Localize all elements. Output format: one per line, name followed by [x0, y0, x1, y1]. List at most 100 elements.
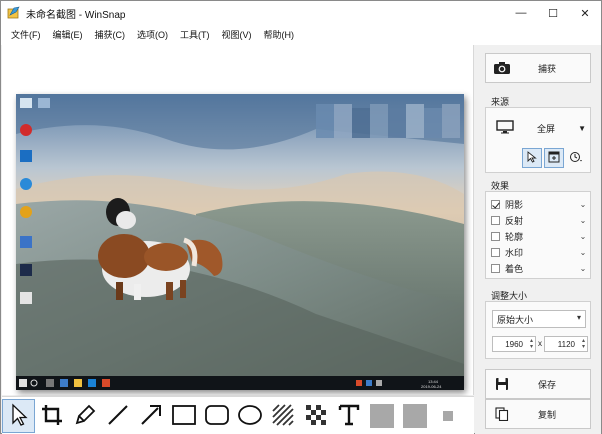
source-mode-label: 全屏: [537, 123, 556, 134]
outline-color-swatch: [402, 403, 427, 428]
monitor-icon: [496, 120, 514, 136]
window-select-icon: [548, 151, 560, 165]
minimize-button[interactable]: —: [505, 1, 537, 25]
delay-timer-button[interactable]: [566, 148, 586, 168]
crop-tool-button[interactable]: [35, 399, 68, 433]
pointer-tool-button[interactable]: [2, 398, 35, 433]
hatch-tool-button[interactable]: [266, 399, 299, 433]
effect-tint-row[interactable]: 着色 ⌄: [486, 260, 590, 276]
outline-checkbox[interactable]: [491, 231, 500, 241]
dropdown-arrow-icon: ▼: [578, 123, 586, 133]
chevron-down-icon[interactable]: ⌄: [576, 216, 590, 225]
copy-icon: [486, 407, 518, 421]
chevron-down-icon[interactable]: ⌄: [576, 264, 590, 273]
arrow-tool-button[interactable]: [134, 399, 167, 433]
effect-outline-row[interactable]: 轮廓 ⌄: [486, 228, 590, 244]
arrow-icon: [139, 403, 163, 429]
menu-tools[interactable]: 工具(T): [174, 25, 216, 45]
clock-icon: [569, 151, 583, 165]
menu-edit[interactable]: 编辑(E): [47, 25, 89, 45]
side-panel: 捕获 来源 全屏 ▼ 效果 阴影 ⌄ 反射 ⌄ 轮廓 ⌄ 水印 ⌄ 着色 ⌄ 调…: [475, 45, 601, 434]
effect-shadow-label: 阴影: [505, 199, 524, 210]
effect-watermark-label: 水印: [505, 247, 524, 258]
pixelate-tool-button[interactable]: [299, 399, 332, 433]
tint-checkbox[interactable]: [491, 263, 500, 273]
taskbar-date: 2019-06-24: [421, 384, 442, 389]
effects-group: 阴影 ⌄ 反射 ⌄ 轮廓 ⌄ 水印 ⌄ 着色 ⌄: [485, 191, 591, 279]
app-window: 未命名截图 - WinSnap — ☐ ✕ 文件(F) 编辑(E) 捕获(C) …: [0, 0, 602, 434]
chevron-down-icon: ▾: [576, 313, 581, 322]
source-mode-selector[interactable]: 全屏 ▼: [496, 120, 586, 136]
hatch-icon: [271, 403, 295, 429]
fill-color-button[interactable]: [365, 399, 398, 433]
floppy-icon: [486, 377, 518, 391]
minimize-icon: —: [515, 7, 527, 19]
capture-button[interactable]: 捕获: [485, 53, 591, 83]
maximize-button[interactable]: ☐: [537, 1, 569, 25]
effect-reflection-label: 反射: [505, 215, 524, 226]
menu-capture[interactable]: 捕获(C): [89, 25, 132, 45]
chevron-down-icon[interactable]: ⌄: [576, 200, 590, 209]
cursor-icon: [10, 402, 28, 429]
rectangle-tool-button[interactable]: [167, 399, 200, 433]
menu-options[interactable]: 选项(O): [131, 25, 174, 45]
width-input[interactable]: 1960 ▴ ▾: [492, 336, 536, 352]
copy-button[interactable]: 复制: [485, 399, 591, 429]
fill-color-swatch: [369, 403, 394, 428]
effect-watermark-row[interactable]: 水印 ⌄: [486, 244, 590, 260]
shadow-checkbox[interactable]: [491, 199, 500, 209]
line-width-button[interactable]: [431, 399, 464, 433]
text-icon: [338, 403, 360, 429]
ellipse-tool-button[interactable]: [233, 399, 266, 433]
effect-outline-label: 轮廓: [505, 231, 524, 242]
save-label: 保存: [537, 379, 556, 390]
height-value: 1120: [557, 339, 575, 349]
size-separator: x: [538, 339, 542, 348]
copy-label: 复制: [537, 409, 556, 420]
width-value: 1960: [505, 339, 523, 349]
effect-tint-label: 着色: [505, 263, 524, 274]
resize-group: 原始大小 ▾ 1960 ▴ ▾ x 1120 ▴ ▾: [485, 301, 591, 359]
pixelate-icon: [304, 403, 328, 429]
captured-desktop-image: 13:44 2019-06-24: [16, 94, 464, 390]
capture-canvas[interactable]: 13:44 2019-06-24: [2, 45, 474, 395]
ellipse-icon: [237, 404, 263, 428]
height-input[interactable]: 1120 ▴ ▾: [544, 336, 588, 352]
spin-arrows-icon[interactable]: ▴ ▾: [530, 338, 533, 350]
watermark-checkbox[interactable]: [491, 247, 500, 257]
resize-mode-select[interactable]: 原始大小 ▾: [492, 310, 586, 328]
spin-arrows-icon[interactable]: ▴ ▾: [582, 338, 585, 350]
chevron-down-icon[interactable]: ⌄: [576, 248, 590, 257]
select-pointer-button[interactable]: [522, 148, 542, 168]
close-button[interactable]: ✕: [569, 1, 601, 25]
capture-window-button[interactable]: [544, 148, 564, 168]
menu-file[interactable]: 文件(F): [5, 25, 47, 45]
winsnap-app-icon: [7, 6, 21, 20]
source-group: 全屏 ▼: [485, 107, 591, 173]
line-tool-button[interactable]: [101, 399, 134, 433]
reflection-checkbox[interactable]: [491, 215, 500, 225]
pen-tool-button[interactable]: [68, 399, 101, 433]
menu-bar: 文件(F) 编辑(E) 捕获(C) 选项(O) 工具(T) 视图(V) 帮助(H…: [1, 25, 601, 45]
rectangle-icon: [171, 404, 197, 428]
resize-mode-value: 原始大小: [497, 314, 534, 325]
menu-help[interactable]: 帮助(H): [258, 25, 301, 45]
outline-color-button[interactable]: [398, 399, 431, 433]
close-icon: ✕: [580, 7, 590, 20]
drawing-toolbar: [2, 396, 474, 434]
crop-icon: [40, 403, 64, 429]
cursor-icon: [527, 151, 537, 165]
rounded-rect-tool-button[interactable]: [200, 399, 233, 433]
title-bar: 未命名截图 - WinSnap — ☐ ✕: [1, 1, 601, 25]
maximize-icon: ☐: [548, 7, 558, 20]
menu-view[interactable]: 视图(V): [216, 25, 258, 45]
save-button[interactable]: 保存: [485, 369, 591, 399]
text-tool-button[interactable]: [332, 399, 365, 433]
line-icon: [106, 403, 130, 429]
effect-shadow-row[interactable]: 阴影 ⌄: [486, 196, 590, 212]
effect-reflection-row[interactable]: 反射 ⌄: [486, 212, 590, 228]
chevron-down-icon[interactable]: ⌄: [576, 232, 590, 241]
camera-icon: [486, 61, 518, 75]
window-title: 未命名截图 - WinSnap: [26, 9, 126, 21]
rounded-rectangle-icon: [204, 404, 230, 428]
